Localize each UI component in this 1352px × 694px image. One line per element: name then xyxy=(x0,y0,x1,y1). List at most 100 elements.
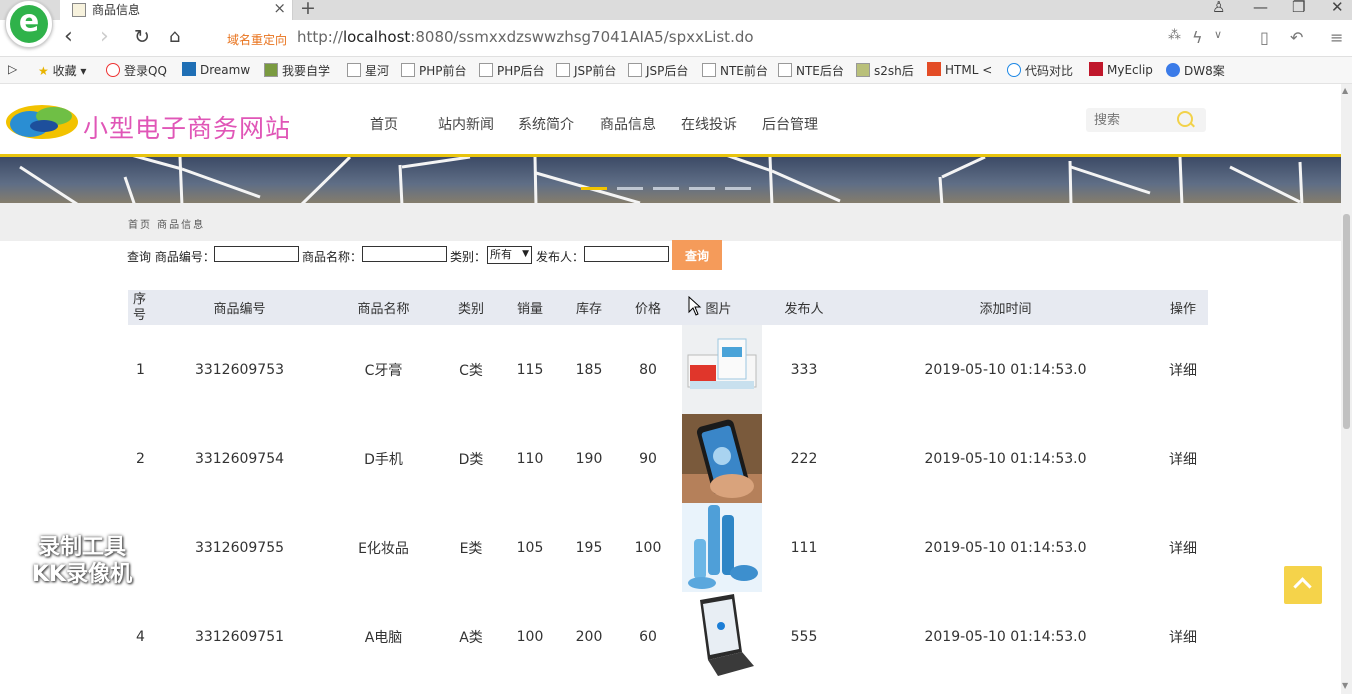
apps-grid-icon[interactable]: ⁂ xyxy=(1168,28,1181,43)
slider-dot[interactable] xyxy=(617,187,643,190)
bookmark-item[interactable]: 登录QQ xyxy=(106,62,167,79)
new-tab-icon[interactable]: + xyxy=(300,0,316,19)
search-input[interactable] xyxy=(1092,111,1170,129)
nav-products[interactable]: 商品信息 xyxy=(600,114,656,134)
publisher-input[interactable] xyxy=(584,246,669,262)
nav-home[interactable]: 首页 xyxy=(370,114,398,134)
bookmark-item[interactable]: PHP后台 xyxy=(479,62,545,79)
header-category: 类别 xyxy=(446,290,496,325)
slider-dot[interactable] xyxy=(725,187,751,190)
cell-time: 2019-05-10 01:14:53.0 xyxy=(924,539,1087,556)
restore-icon[interactable]: ❐ xyxy=(1292,0,1305,16)
scroll-down-icon[interactable]: ▼ xyxy=(1342,681,1348,690)
cell-publisher: 333 xyxy=(790,361,818,378)
cell-time: 2019-05-10 01:14:53.0 xyxy=(924,450,1087,467)
menu-icon[interactable]: ≡ xyxy=(1330,28,1343,47)
category-label: 类别： xyxy=(450,250,487,264)
back-icon[interactable]: ‹ xyxy=(64,25,73,49)
cell-image xyxy=(682,325,762,414)
cell-code: 3312609754 xyxy=(194,450,285,467)
reading-mode-icon[interactable]: ▯ xyxy=(1260,28,1269,47)
bookmark-item[interactable]: 代码对比 xyxy=(1007,62,1073,79)
bookmark-item[interactable]: 我要自学 xyxy=(264,62,330,79)
redirect-label[interactable]: 域名重定向 xyxy=(227,31,287,48)
detail-link[interactable]: 详细 xyxy=(1158,592,1208,681)
bookmark-item[interactable]: NTE后台 xyxy=(778,62,844,79)
slider-dot[interactable] xyxy=(653,187,679,190)
cell-name: C牙膏 xyxy=(364,362,403,379)
cell-name: A电脑 xyxy=(364,629,403,646)
close-window-icon[interactable]: ✕ xyxy=(1331,0,1344,16)
browser-logo-icon[interactable]: e xyxy=(5,0,53,48)
browser-tab-bar: 商品信息 × + ♙ — ❐ ✕ xyxy=(0,0,1352,20)
header-name: 商品名称 xyxy=(321,290,446,325)
cosmetics-product-image[interactable] xyxy=(682,503,762,592)
breadcrumb[interactable]: 首页 商品信息 xyxy=(128,216,205,231)
cell-category: C类 xyxy=(459,362,483,379)
cell-sales: 105 xyxy=(516,539,544,556)
cell-stock: 195 xyxy=(575,539,603,556)
scroll-up-icon[interactable]: ▲ xyxy=(1342,86,1348,95)
forward-icon[interactable]: › xyxy=(100,25,109,49)
cell-seq: 2 xyxy=(136,450,145,467)
undo-icon[interactable]: ↶ xyxy=(1290,28,1303,47)
toothpaste-product-image[interactable] xyxy=(682,325,762,414)
search-icon[interactable] xyxy=(1177,111,1193,127)
header-code: 商品编号 xyxy=(158,290,321,325)
close-tab-icon[interactable]: × xyxy=(273,0,286,17)
cell-price: 60 xyxy=(639,628,657,645)
detail-link[interactable]: 详细 xyxy=(1158,325,1208,414)
cell-time: 2019-05-10 01:14:53.0 xyxy=(924,628,1087,645)
slider-dot[interactable] xyxy=(581,187,607,190)
bookmark-item[interactable]: JSP后台 xyxy=(628,62,688,79)
bookmark-item[interactable]: 星河 xyxy=(347,62,389,79)
minimize-icon[interactable]: — xyxy=(1253,0,1268,16)
bookmark-item[interactable]: DW8案 xyxy=(1166,62,1225,79)
category-select[interactable]: 所有 ▼ xyxy=(487,246,532,264)
scroll-thumb[interactable] xyxy=(1343,214,1350,429)
product-name-input[interactable] xyxy=(362,246,447,262)
nav-admin[interactable]: 后台管理 xyxy=(762,114,818,134)
bookmark-item[interactable]: JSP前台 xyxy=(556,62,616,79)
bookmark-item[interactable]: HTML < xyxy=(927,62,992,77)
page-scrollbar[interactable]: ▲ ▼ xyxy=(1341,84,1352,694)
slider-dot[interactable] xyxy=(689,187,715,190)
name-label: 商品名称： xyxy=(302,250,363,264)
query-button[interactable]: 查询 xyxy=(672,240,722,270)
publisher-label: 发布人： xyxy=(536,250,585,264)
dropdown-arrow-icon: ▼ xyxy=(522,249,529,259)
cell-image xyxy=(682,414,762,503)
detail-link[interactable]: 详细 xyxy=(1158,414,1208,503)
shirt-skin-icon[interactable]: ♙ xyxy=(1212,0,1225,16)
laptop-product-image[interactable] xyxy=(682,592,762,681)
banner-slider[interactable] xyxy=(0,154,1341,206)
table-row: 4 3312609751 A电脑 A类 100 200 60 555 2019-… xyxy=(128,592,1208,681)
site-title[interactable]: 小型电子商务网站 xyxy=(83,109,291,145)
sidebar-toggle-icon[interactable]: ▷ xyxy=(8,62,17,76)
bookmark-item[interactable]: s2sh后 xyxy=(856,62,914,79)
cell-image xyxy=(682,592,762,681)
refresh-icon[interactable]: ↻ xyxy=(134,25,150,49)
site-logo-icon[interactable] xyxy=(4,102,80,142)
bookmark-item[interactable]: MyEclip xyxy=(1089,62,1153,77)
phone-product-image[interactable] xyxy=(682,414,762,503)
lightning-icon[interactable]: ϟ xyxy=(1192,28,1203,47)
bookmark-item[interactable]: Dreamw xyxy=(182,62,250,77)
back-to-top-button[interactable] xyxy=(1284,566,1322,604)
chevron-down-icon[interactable]: ∨ xyxy=(1214,28,1222,41)
nav-complaint[interactable]: 在线投诉 xyxy=(681,114,737,134)
url-field[interactable]: http://localhost:8080/ssmxxdzswwzhsg7041… xyxy=(297,28,754,46)
cell-price: 80 xyxy=(639,361,657,378)
nav-news[interactable]: 站内新闻 xyxy=(438,114,494,134)
detail-link[interactable]: 详细 xyxy=(1158,503,1208,592)
browser-tab[interactable]: 商品信息 × xyxy=(60,0,293,20)
cell-price: 100 xyxy=(634,539,662,556)
home-icon[interactable]: ⌂ xyxy=(169,25,180,49)
bookmark-item[interactable]: PHP前台 xyxy=(401,62,467,79)
product-code-input[interactable] xyxy=(214,246,299,262)
bookmark-item[interactable]: NTE前台 xyxy=(702,62,768,79)
bookmark-favorites[interactable]: ★ 收藏 ▾ xyxy=(38,62,86,79)
table-row: 1 3312609753 C牙膏 C类 115 185 80 333 2019-… xyxy=(128,325,1208,414)
recorder-watermark: 录制工具 KK录像机 xyxy=(32,535,133,587)
nav-intro[interactable]: 系统简介 xyxy=(518,114,574,134)
